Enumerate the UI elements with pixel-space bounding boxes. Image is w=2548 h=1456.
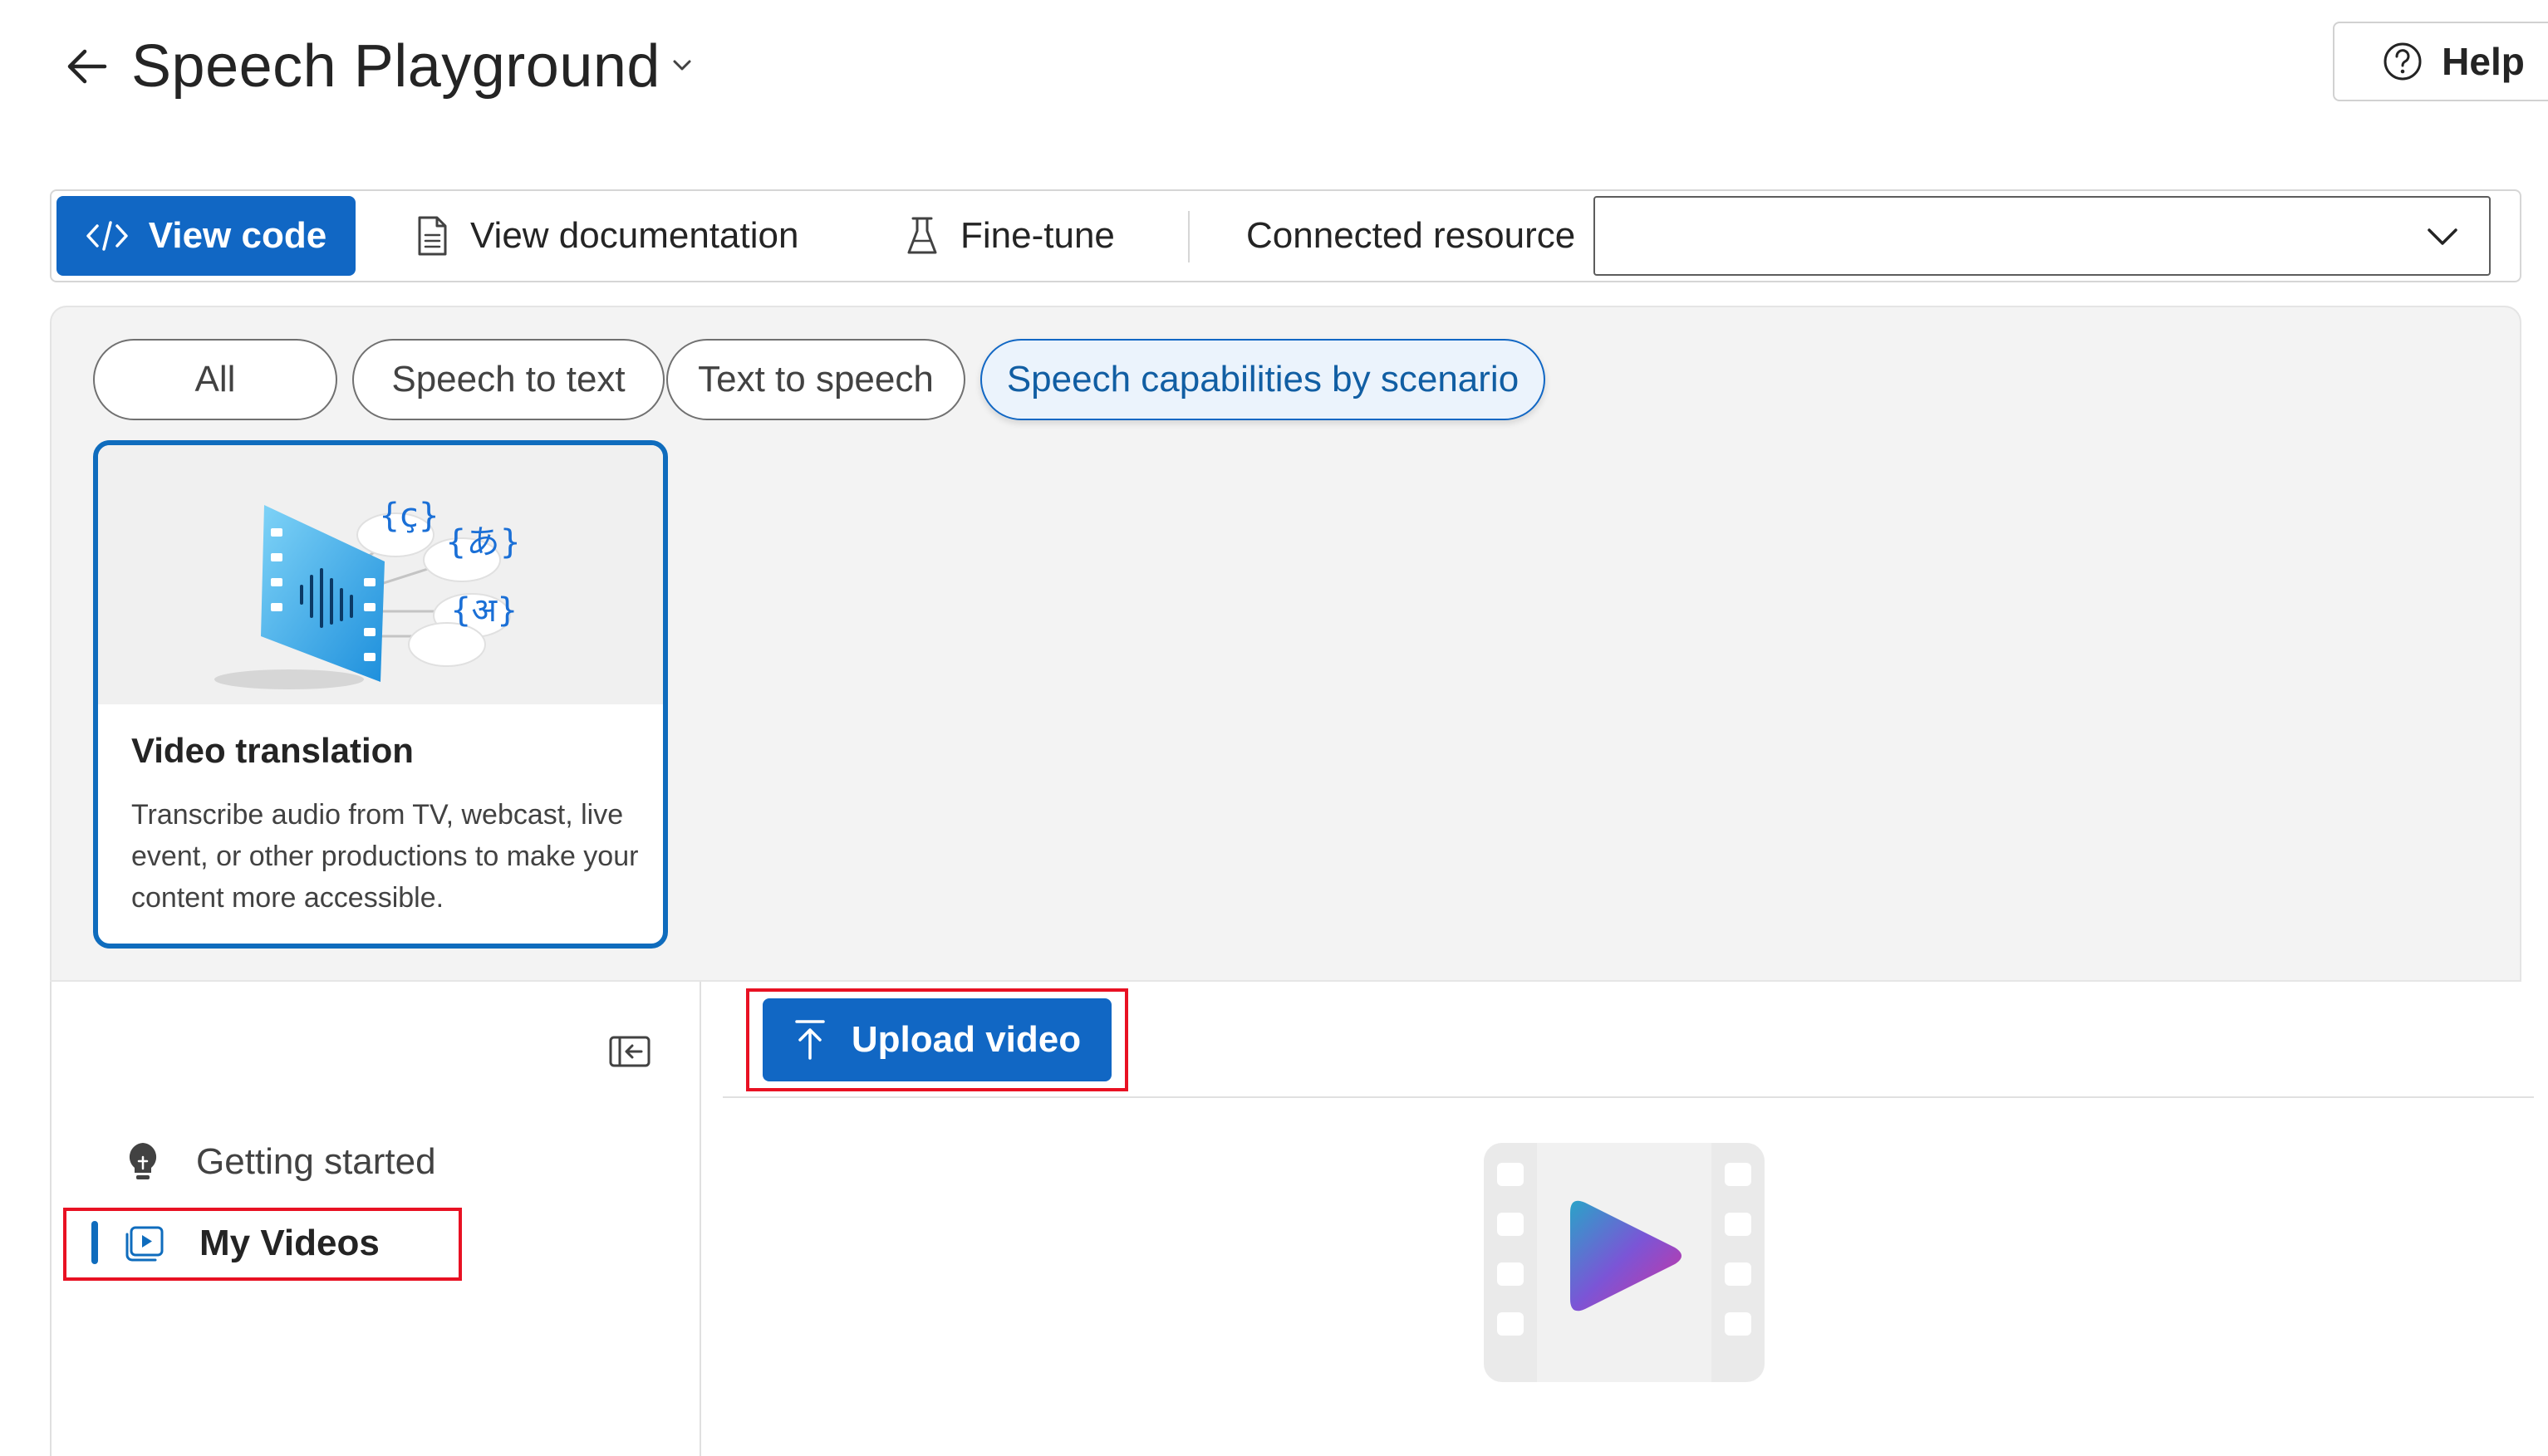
connected-resource-label: Connected resource <box>1246 215 1576 256</box>
beaker-icon <box>907 217 937 254</box>
sidebar-item-label: Getting started <box>196 1141 436 1182</box>
fine-tune-label: Fine-tune <box>960 215 1115 256</box>
upload-video-label: Upload video <box>851 1019 1082 1060</box>
view-documentation-label: View documentation <box>470 215 799 256</box>
lower-left-border <box>50 982 52 1456</box>
card-title: Video translation <box>131 731 414 770</box>
upload-video-button[interactable]: Upload video <box>763 998 1112 1081</box>
lightbulb-icon <box>129 1143 157 1179</box>
view-documentation-button[interactable]: View documentation <box>415 196 798 276</box>
glyph-hiragana-a: {あ} <box>445 523 521 561</box>
card-illustration: {ç} {あ} {अ} <box>98 445 663 704</box>
view-code-label: View code <box>148 215 327 256</box>
document-icon <box>418 216 447 256</box>
video-translation-card[interactable]: {ç} {あ} {अ} Video translation Transcribe… <box>93 440 668 949</box>
question-circle-icon <box>2384 42 2422 81</box>
filter-pill-text-to-speech[interactable]: Text to speech <box>666 339 965 420</box>
chevron-down-icon[interactable] <box>670 55 695 75</box>
back-arrow-icon[interactable] <box>63 42 113 91</box>
video-placeholder-icon <box>1484 1143 1765 1382</box>
help-label: Help <box>2442 40 2525 83</box>
highlight-box-my-videos <box>63 1208 462 1281</box>
chevron-down-icon <box>2428 228 2457 245</box>
connected-resource-dropdown[interactable] <box>1593 196 2491 276</box>
help-button[interactable]: Help <box>2333 22 2548 101</box>
glyph-devanagari-a: {अ} <box>450 591 518 630</box>
filter-pill-all[interactable]: All <box>93 339 337 420</box>
filter-pill-speech-capabilities-by-scenario[interactable]: Speech capabilities by scenario <box>980 339 1545 420</box>
toolbar-divider <box>1188 211 1190 262</box>
filter-pill-speech-to-text[interactable]: Speech to text <box>352 339 665 420</box>
collapse-sidebar-icon[interactable] <box>608 1035 651 1068</box>
fine-tune-button[interactable]: Fine-tune <box>906 196 1115 276</box>
view-code-button[interactable]: View code <box>56 196 356 276</box>
main-divider <box>723 1096 2534 1098</box>
card-description: Transcribe audio from TV, webcast, live … <box>131 799 639 914</box>
glyph-c-cedilla: {ç} <box>379 497 439 535</box>
page-title: Speech Playground <box>131 33 660 100</box>
video-translation-illustration: {ç} {あ} {अ} <box>214 497 521 689</box>
upload-icon <box>795 1020 825 1060</box>
lower-divider <box>50 980 2521 982</box>
sidebar-item-getting-started[interactable]: Getting started <box>125 1133 436 1191</box>
code-icon <box>86 221 128 251</box>
sidebar-divider <box>700 982 701 1456</box>
